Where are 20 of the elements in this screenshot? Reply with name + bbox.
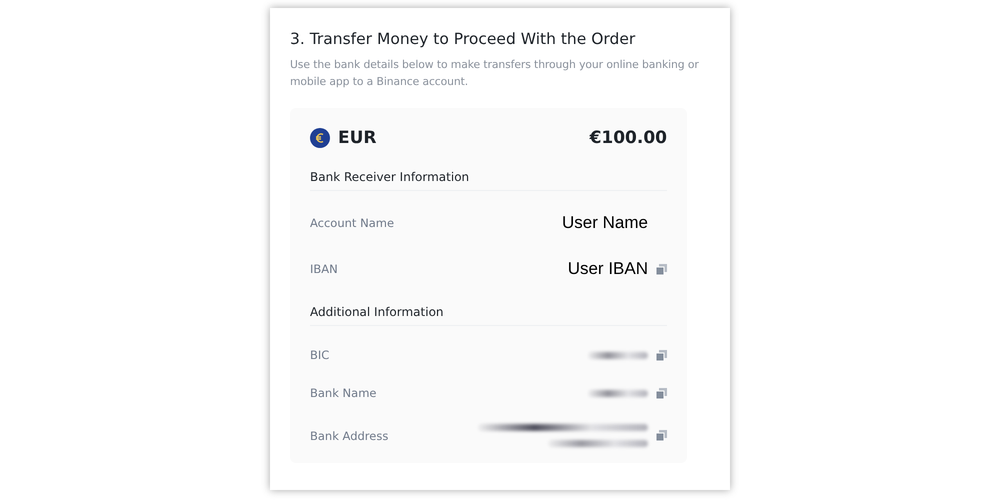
redacted-value <box>588 390 648 396</box>
field-value: User IBAN <box>568 259 648 279</box>
euro-coin-icon <box>310 128 330 148</box>
redacted-value <box>588 352 648 358</box>
section-heading: Bank Receiver Information <box>310 170 667 191</box>
copy-icon[interactable] <box>656 430 667 441</box>
field-label: Bank Address <box>310 428 388 442</box>
section-title: 3. Transfer Money to Proceed With the Order <box>290 30 636 48</box>
field-value: User Name <box>562 213 648 233</box>
section-heading: Additional Information <box>310 305 667 326</box>
currency-code: EUR <box>338 128 377 148</box>
field-label: Account Name <box>310 216 394 230</box>
field-label: IBAN <box>310 262 338 276</box>
description-text: Use the bank details below to make transfers through your online banking or mobile app to a Binance account. <box>290 57 700 90</box>
field-label: BIC <box>310 348 330 362</box>
copy-icon[interactable] <box>656 264 667 274</box>
amount: €100.00 <box>590 128 667 148</box>
copy-icon[interactable] <box>656 388 667 398</box>
field-label: Bank Name <box>310 386 376 400</box>
copy-icon[interactable] <box>656 350 667 360</box>
